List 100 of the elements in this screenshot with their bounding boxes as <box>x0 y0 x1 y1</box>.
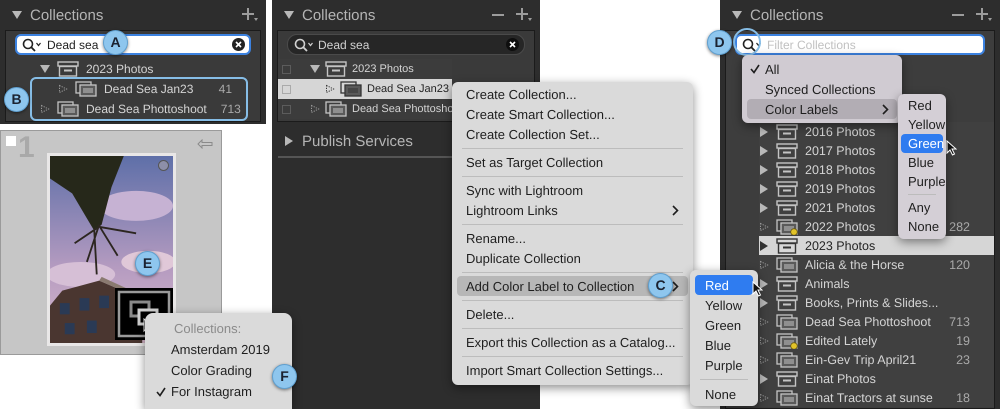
search-icon[interactable] <box>22 38 42 52</box>
collection-name: 2023 Photos <box>805 238 876 252</box>
collection-row[interactable]: 2023 Photos <box>32 59 246 79</box>
collection-name: 2018 Photos <box>805 162 876 176</box>
stacked-frames-gear-icon <box>776 332 798 348</box>
photo-count: 19 <box>956 334 970 348</box>
collection-name: Animals <box>805 276 850 290</box>
triangle-right-icon[interactable] <box>759 298 769 308</box>
panel-title: Collections <box>30 6 104 24</box>
clear-icon[interactable] <box>232 38 245 51</box>
box-icon <box>776 124 798 140</box>
collection-name: 2022 Photos <box>805 220 876 234</box>
dotted-triangle-icon[interactable] <box>759 260 769 270</box>
menu-item[interactable]: Any <box>901 198 943 217</box>
triangle-down-icon[interactable] <box>284 10 294 20</box>
menu-item[interactable]: Blue <box>695 335 753 355</box>
triangle-right-icon[interactable] <box>759 374 769 384</box>
triangle-right-icon[interactable] <box>759 184 769 194</box>
menu-item[interactable]: Lightroom Links <box>457 200 688 220</box>
pointer-icon <box>752 281 763 297</box>
photo-count: 713 <box>949 314 970 328</box>
collection-row[interactable]: Dead Sea Jan23 41 <box>32 79 246 99</box>
menu-item[interactable]: Purple <box>695 355 753 375</box>
stacked-frames-icon <box>340 81 362 97</box>
menu-item[interactable]: Yellow <box>695 295 753 315</box>
menu-item[interactable]: Synced Collections <box>747 79 897 99</box>
menu-item[interactable]: None <box>695 384 753 404</box>
collection-name: Einat Tractors at sunse <box>805 390 933 404</box>
menu-item[interactable]: Add Color Label to Collection C <box>457 276 688 296</box>
search-field[interactable]: Filter Collections <box>735 34 985 55</box>
clear-icon[interactable] <box>506 38 519 51</box>
menu-item[interactable]: Sync with Lightroom <box>457 180 688 200</box>
checkmark-icon <box>750 64 760 74</box>
collection-row[interactable]: 2023 Photos <box>759 236 994 255</box>
stacked-frames-icon <box>776 352 798 368</box>
collection-name: Dead Sea Phottosho <box>352 103 454 115</box>
collection-name: Dead Sea Phottoshoot <box>86 102 207 116</box>
box-icon <box>57 61 79 77</box>
menu-item[interactable]: Export this Collection as a Catalog... <box>457 332 688 352</box>
menu-item[interactable]: Rename... <box>457 228 688 248</box>
menu-item[interactable]: Create Collection Set... <box>457 124 688 144</box>
photo-count: 41 <box>218 82 232 96</box>
menu-item[interactable]: Red <box>901 96 943 115</box>
photo-count: 713 <box>220 102 241 116</box>
panel-title: Collections <box>750 6 824 24</box>
triangle-right-icon[interactable] <box>759 240 769 250</box>
box-icon <box>325 61 347 77</box>
triangle-right-icon[interactable] <box>284 136 294 146</box>
box-icon <box>776 276 798 292</box>
collection-name: Einat Photos <box>805 372 876 386</box>
menu-item[interactable]: Set as Target Collection <box>457 152 688 172</box>
collection-name: Dead Sea Jan23 <box>104 82 194 96</box>
menu-item[interactable]: Import Smart Collection Settings... <box>457 360 688 380</box>
callout-marker: D <box>707 30 732 55</box>
search-icon[interactable] <box>294 38 314 52</box>
checkbox[interactable] <box>282 64 291 74</box>
menu-item[interactable]: For Instagram <box>150 381 271 402</box>
box-icon <box>776 238 798 254</box>
triangle-down-icon[interactable] <box>732 10 742 20</box>
menu-item[interactable]: Color Grading <box>150 360 271 381</box>
search-field[interactable]: Dead sea <box>287 34 525 55</box>
menu-item[interactable]: None <box>901 217 943 236</box>
plus-icon[interactable] <box>976 8 992 22</box>
dotted-triangle-icon[interactable] <box>759 222 769 232</box>
collection-name: Dead Sea Phottoshoot <box>805 314 931 328</box>
box-icon <box>776 162 798 178</box>
triangle-right-icon[interactable] <box>759 278 769 288</box>
triangle-right-icon[interactable] <box>759 146 769 156</box>
collection-name: Edited Lately <box>805 334 878 348</box>
photo-count: 18 <box>956 390 970 404</box>
box-icon <box>776 200 798 216</box>
menu-item[interactable]: Delete... <box>457 304 688 324</box>
plus-icon[interactable] <box>516 8 532 22</box>
menu-item[interactable]: All <box>747 59 897 79</box>
triangle-right-icon[interactable] <box>759 202 769 212</box>
triangle-right-icon[interactable] <box>759 164 769 174</box>
callout-marker: F <box>272 364 297 389</box>
stacked-frames-icon <box>325 101 347 117</box>
checkbox[interactable] <box>282 104 291 114</box>
panel-title: Collections <box>302 6 376 24</box>
triangle-down-icon[interactable] <box>40 64 50 74</box>
menu-item[interactable]: Duplicate Collection <box>457 248 688 268</box>
photo-count: 282 <box>949 220 970 234</box>
collection-name: 2021 Photos <box>805 200 876 214</box>
dotted-triangle-icon[interactable] <box>759 392 769 402</box>
collection-row[interactable]: Dead Sea Phottoshoot 713 <box>32 99 246 119</box>
box-icon <box>776 142 798 158</box>
plus-icon[interactable] <box>242 8 258 22</box>
menu-item[interactable]: Green <box>695 315 753 335</box>
callout-marker: C <box>648 273 673 298</box>
triangle-down-icon[interactable] <box>12 10 22 20</box>
box-icon <box>776 180 798 196</box>
collection-name: 2019 Photos <box>805 182 876 196</box>
menu-item[interactable]: Create Collection... <box>457 84 688 104</box>
triangle-right-icon[interactable] <box>759 126 769 136</box>
menu-item[interactable]: Color Labels <box>747 99 897 119</box>
collection-row[interactable]: Dead Sea Jan23 <box>278 79 452 99</box>
menu-item[interactable]: Create Smart Collection... <box>457 104 688 124</box>
triangle-down-icon[interactable] <box>310 64 320 74</box>
checkbox[interactable] <box>282 84 291 94</box>
